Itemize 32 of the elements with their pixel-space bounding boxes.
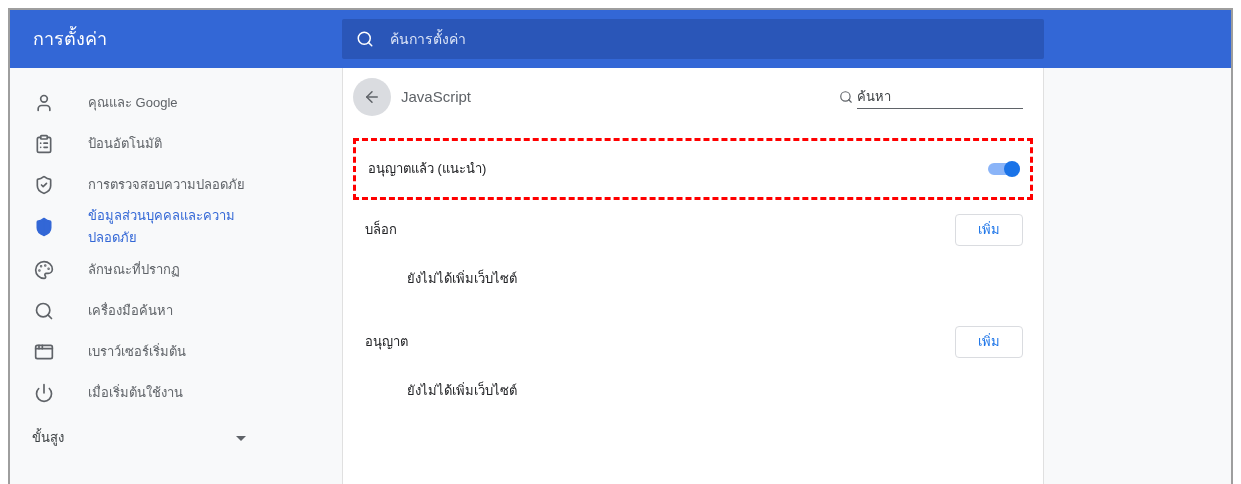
search-icon <box>34 300 54 321</box>
add-button[interactable]: เพิ่ม <box>955 214 1023 246</box>
sidebar-item[interactable]: ข้อมูลส่วนบุคคลและความปลอดภัย <box>10 205 342 249</box>
shield-icon <box>34 217 54 237</box>
add-button[interactable]: เพิ่ม <box>955 326 1023 358</box>
back-button[interactable] <box>353 78 391 116</box>
caret-icon <box>236 435 246 441</box>
sidebar-item[interactable]: เมื่อเริ่มต้นใช้งาน <box>10 372 342 413</box>
shield-check-icon <box>34 174 54 195</box>
sidebar-item[interactable]: ป้อนอัตโนมัติ <box>10 123 342 164</box>
clipboard-icon <box>34 133 54 154</box>
palette-icon <box>34 259 54 280</box>
section-title: บล็อก <box>365 220 397 240</box>
app-title: การตั้งค่า <box>33 28 107 49</box>
person-icon <box>34 92 54 113</box>
empty-message: ยังไม่ได้เพิ่มเว็บไซต์ <box>407 271 517 286</box>
sidebar-item[interactable]: เครื่องมือค้นหา <box>10 290 342 331</box>
page-title: JavaScript <box>401 86 472 107</box>
advanced-toggle[interactable]: ขั้นสูง <box>10 423 342 453</box>
empty-message: ยังไม่ได้เพิ่มเว็บไซต์ <box>407 383 517 398</box>
power-icon <box>34 382 54 403</box>
toggle-switch[interactable] <box>988 161 1020 177</box>
search-icon <box>356 30 374 48</box>
sidebar-item[interactable]: ลักษณะที่ปรากฏ <box>10 249 342 290</box>
sidebar-item[interactable]: คุณและ Google <box>10 82 342 123</box>
setting-label: อนุญาตแล้ว (แนะนำ) <box>368 160 487 179</box>
section-title: อนุญาต <box>365 333 408 352</box>
search-field[interactable]: ค้นหา <box>857 84 1023 110</box>
sidebar-item[interactable]: เบราว์เซอร์เริ่มต้น <box>10 331 342 372</box>
sidebar-item[interactable]: การตรวจสอบความปลอดภัย <box>10 164 342 205</box>
search-field[interactable]: ค้นการตั้งค่า <box>342 19 1044 59</box>
search-icon <box>839 90 853 104</box>
